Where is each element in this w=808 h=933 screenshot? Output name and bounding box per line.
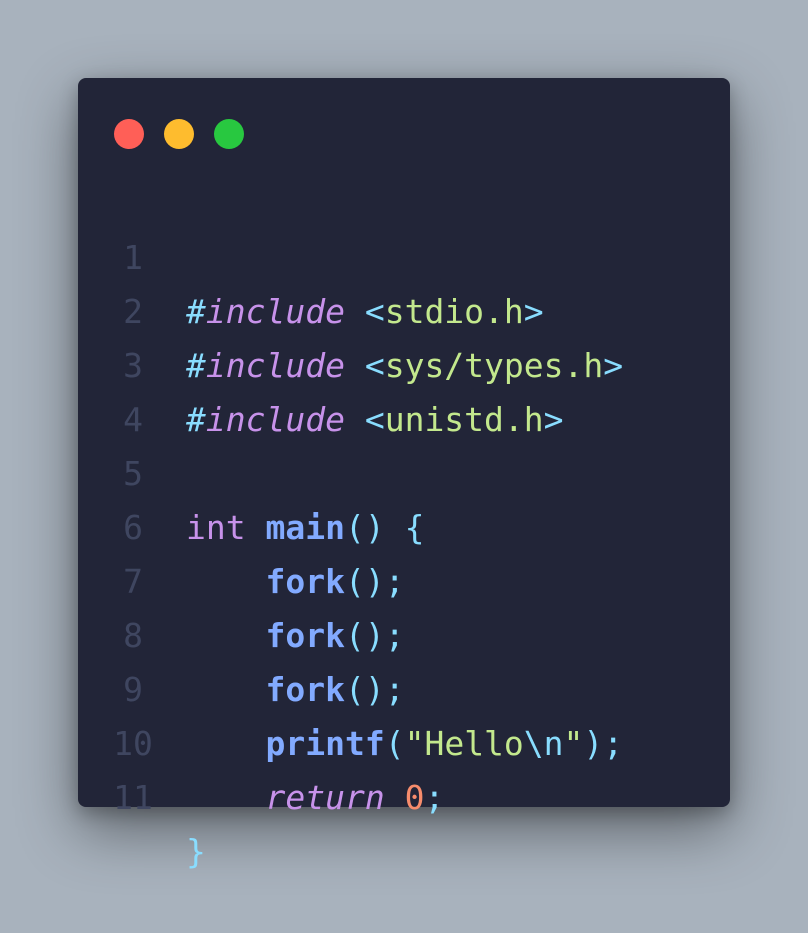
line-number: 11 <box>113 778 153 817</box>
code-line: 4 <box>78 339 730 439</box>
window-controls <box>114 119 244 149</box>
code-line: 7 fork(); <box>78 501 730 655</box>
code-line: 3 #include <unistd.h> <box>78 285 730 439</box>
number-literal: 0 <box>404 778 425 817</box>
maximize-button[interactable] <box>214 119 244 149</box>
code-text: return 0; <box>186 771 444 825</box>
code-line: 8 fork(); <box>78 555 730 709</box>
return-keyword: return <box>265 778 385 817</box>
minimize-button[interactable] <box>164 119 194 149</box>
semicolon: ; <box>424 778 445 817</box>
code-line: 11 } <box>78 717 730 871</box>
close-button[interactable] <box>114 119 144 149</box>
code-line: 2 #include <sys/types.h> <box>78 231 730 385</box>
code-line: 10 return 0; <box>78 663 730 817</box>
code-line: 9 printf("Hello\n"); <box>78 609 730 763</box>
close-brace: } <box>186 832 206 871</box>
code-line: 1 #include <stdio.h> <box>78 177 730 331</box>
code-text: } <box>186 825 206 879</box>
code-line: 6 fork(); <box>78 447 730 601</box>
code-line: 5 int main() { <box>78 393 730 547</box>
code-editor: 1 #include <stdio.h> 2 #include <sys/typ… <box>78 177 730 871</box>
code-window: 1 #include <stdio.h> 2 #include <sys/typ… <box>78 78 730 871</box>
